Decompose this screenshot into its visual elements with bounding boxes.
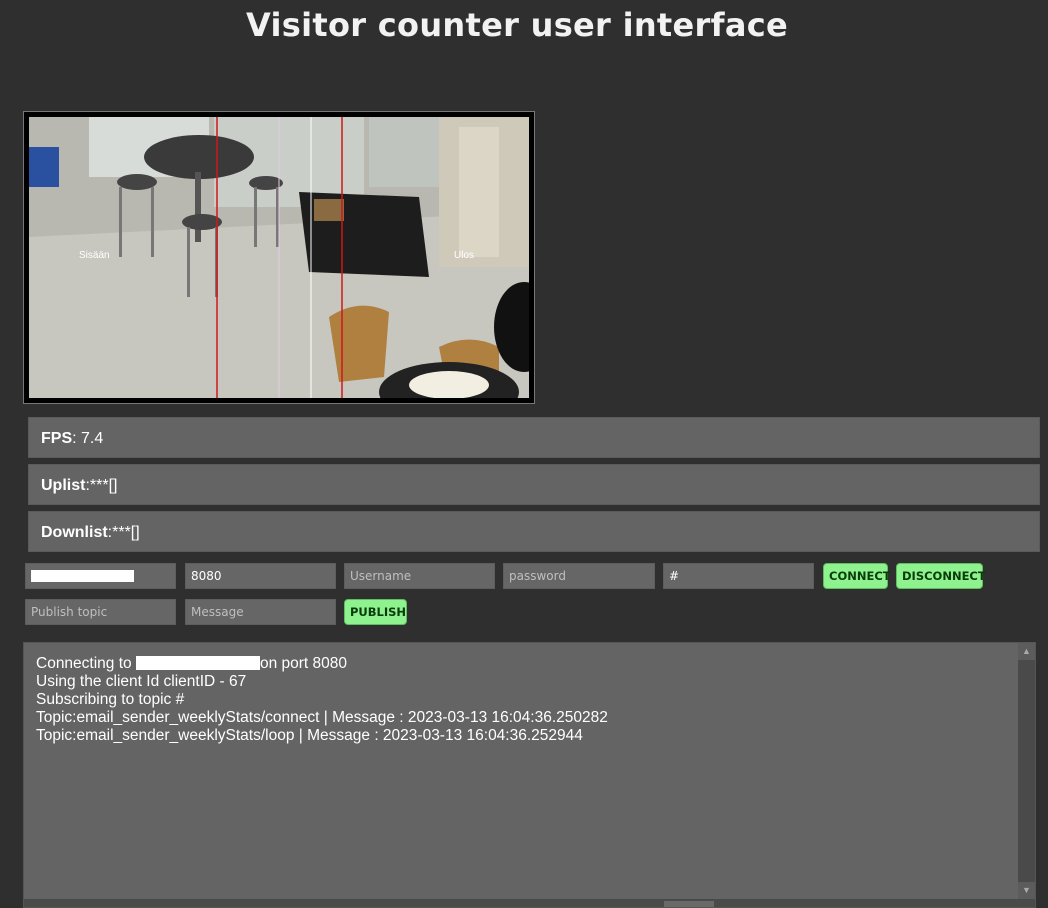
- password-input[interactable]: [503, 563, 655, 589]
- camera-image: Sisään Ulos: [29, 117, 529, 398]
- uplist-label: Uplist: [41, 477, 86, 494]
- log-line-connecting: Connecting to on port 8080: [36, 655, 608, 673]
- fps-panel: FPS: 7.4: [28, 417, 1040, 458]
- log-line: Using the client Id clientID - 67: [36, 673, 247, 690]
- downlist-value: :***[]: [107, 524, 140, 541]
- scroll-up-icon[interactable]: ▲: [1018, 643, 1035, 660]
- uplist-panel: Uplist:***[]: [28, 464, 1040, 505]
- log-horizontal-scrollbar[interactable]: [24, 899, 1020, 907]
- message-input[interactable]: [185, 599, 336, 625]
- publish-topic-input[interactable]: [25, 599, 176, 625]
- log-connecting-prefix: Connecting to: [36, 655, 136, 672]
- camera-label-out: Ulos: [454, 250, 474, 261]
- message-log[interactable]: Connecting to on port 8080 Using the cli…: [23, 642, 1036, 908]
- log-line: Topic:email_sender_weeklyStats/loop | Me…: [36, 727, 583, 744]
- log-line: Topic:email_sender_weeklyStats/connect |…: [36, 709, 608, 726]
- log-host-redaction: [135, 656, 260, 670]
- fps-value: : 7.4: [72, 430, 104, 447]
- subscribe-topic-input[interactable]: [663, 563, 814, 589]
- camera-label-in: Sisään: [79, 250, 110, 261]
- connect-button[interactable]: CONNECT: [823, 563, 891, 589]
- message-log-content: Connecting to on port 8080 Using the cli…: [36, 655, 608, 745]
- log-vertical-scrollbar[interactable]: ▲ ▼: [1018, 643, 1035, 907]
- username-input[interactable]: [344, 563, 495, 589]
- log-connecting-suffix: on port 8080: [259, 655, 348, 672]
- publish-button[interactable]: PUBLISH: [344, 599, 407, 625]
- page-title: Visitor counter user interface: [246, 6, 788, 44]
- log-line: Subscribing to topic #: [36, 691, 185, 708]
- horizontal-scroll-thumb[interactable]: [664, 901, 714, 907]
- camera-feed: Sisään Ulos: [29, 117, 529, 398]
- scroll-down-icon[interactable]: ▼: [1018, 882, 1035, 899]
- downlist-panel: Downlist:***[]: [28, 511, 1040, 552]
- port-input[interactable]: [185, 563, 336, 589]
- downlist-label: Downlist: [41, 524, 108, 541]
- disconnect-button[interactable]: DISCONNECT: [896, 563, 986, 589]
- fps-label: FPS: [41, 430, 73, 447]
- camera-feed-frame: Sisään Ulos: [23, 111, 535, 404]
- uplist-value: :***[]: [85, 477, 118, 494]
- host-redaction: [31, 570, 134, 582]
